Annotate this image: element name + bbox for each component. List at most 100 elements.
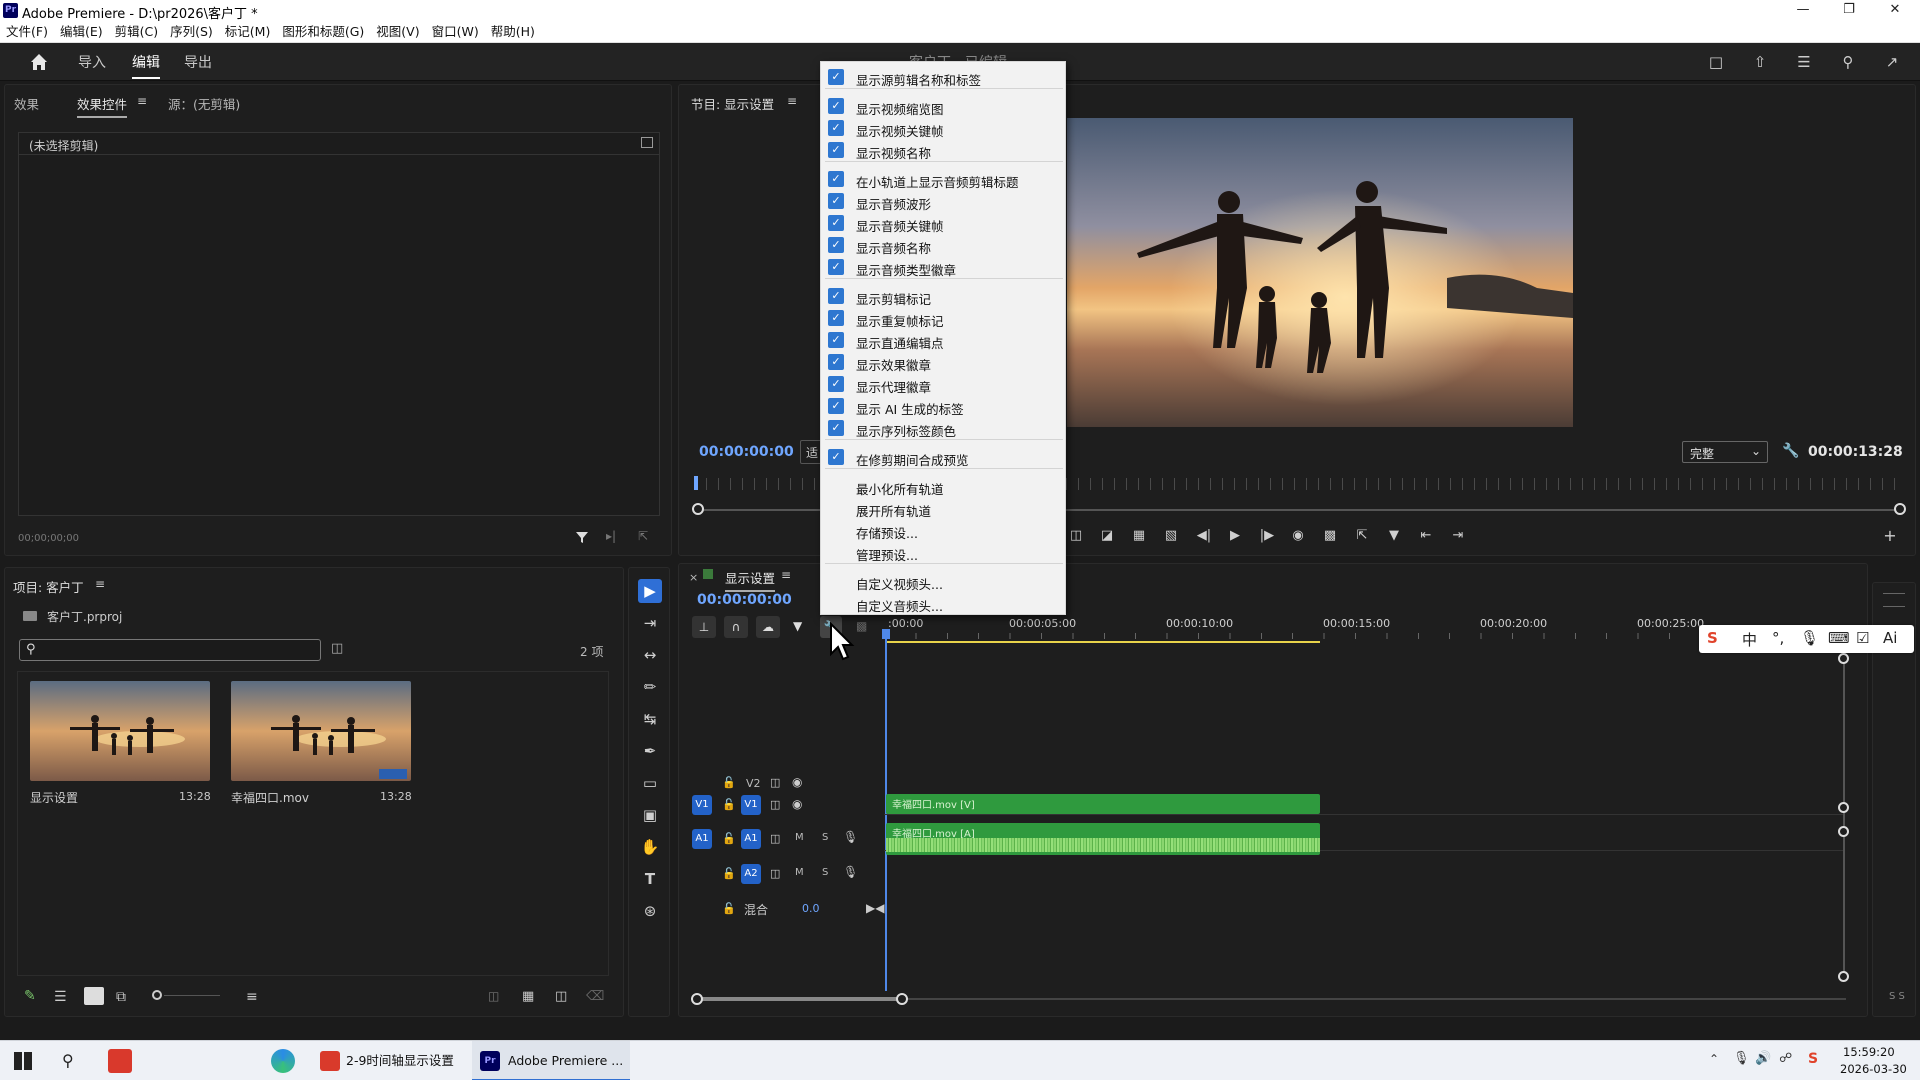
type-tool-icon[interactable]: T [638, 867, 662, 891]
menu-item[interactable]: 自定义视频头... [821, 570, 1067, 592]
selection-tool-icon[interactable]: ▶ [638, 579, 662, 603]
minimize-button[interactable]: — [1780, 0, 1826, 22]
insert-sequence-nest-icon[interactable]: ⊥ [692, 616, 716, 638]
scroll-handle[interactable] [691, 993, 703, 1005]
menu-item[interactable]: ✓ 显示音频名称 [821, 234, 1067, 256]
workspaces-menu-icon[interactable]: ☰ [1794, 52, 1814, 72]
source-patch-v1[interactable]: V1 [692, 795, 712, 815]
lift-icon[interactable]: ◫ [1066, 526, 1086, 546]
tab-source[interactable]: 源：(无剪辑) [168, 94, 240, 113]
menu-file[interactable]: 文件(F) [0, 22, 54, 42]
sequence-tab[interactable]: 显示设置 [725, 568, 776, 592]
menu-item[interactable]: 自定义音频头... [821, 592, 1067, 614]
new-bin-icon[interactable]: ◫ [331, 641, 343, 656]
source-patch-a1[interactable]: A1 [692, 829, 712, 849]
menu-item[interactable]: ✓ 显示视频关键帧 [821, 117, 1067, 139]
rectangle-tool-icon[interactable]: ▭ [638, 771, 662, 795]
automate-icon[interactable]: ◫ [488, 989, 499, 1003]
panel-menu-icon[interactable]: ≡ [137, 94, 147, 108]
menu-item[interactable]: ✓ 显示重复帧标记 [821, 307, 1067, 329]
microphone-icon[interactable]: 🎙 [1733, 1051, 1750, 1066]
extract-icon[interactable]: ◪ [1097, 526, 1117, 546]
ime-tray-icon[interactable]: S [1808, 1051, 1818, 1067]
lock-icon[interactable]: 🔓 [722, 902, 736, 915]
menu-graphics[interactable]: 图形和标题(G) [276, 22, 370, 42]
export-frame-icon[interactable]: ⇱ [1352, 526, 1372, 546]
captions-icon[interactable]: ▩ [856, 619, 867, 633]
microphone-icon[interactable]: 🎙 [1800, 629, 1819, 647]
menu-item[interactable]: 存储预设... [821, 519, 1067, 541]
add-button-icon[interactable]: + [1880, 526, 1900, 546]
zoom-slider-handle[interactable] [152, 990, 162, 1000]
audio-clip[interactable]: 幸福四口.mov [A] [886, 823, 1320, 855]
menu-item[interactable]: 管理预设... [821, 541, 1067, 563]
generative-extend-tool-icon[interactable]: ▣ [638, 803, 662, 827]
menu-item[interactable]: 展开所有轨道 [821, 497, 1067, 519]
toggle-timeline-icon[interactable] [641, 137, 653, 148]
edge-browser-icon[interactable] [271, 1049, 295, 1073]
pencil-icon[interactable]: ✎ [24, 988, 36, 1004]
menu-item[interactable]: ✓ 显示音频关键帧 [821, 212, 1067, 234]
close-sequence-icon[interactable]: × [689, 571, 698, 584]
add-marker-icon[interactable]: ▼ [1384, 526, 1404, 546]
menu-clip[interactable]: 剪辑(C) [109, 22, 164, 42]
new-item-icon[interactable]: ◫ [555, 989, 567, 1004]
insert-icon[interactable]: ▦ [1129, 526, 1149, 546]
menu-item[interactable]: ✓ 显示视频缩览图 [821, 95, 1067, 117]
menu-item[interactable]: ✓ 显示 AI 生成的标签 [821, 395, 1067, 417]
punctuation-icon[interactable]: °, [1772, 629, 1784, 647]
scroll-handle[interactable] [896, 993, 908, 1005]
project-item-thumbnail[interactable] [231, 681, 411, 781]
share-icon[interactable]: ⇧ [1750, 52, 1770, 72]
hand-tool-icon[interactable]: ✋ [638, 835, 662, 859]
mix-end-icon[interactable]: ▶◀ [866, 901, 884, 915]
sort-icon[interactable]: ≡ [246, 989, 258, 1005]
program-timecode-playhead[interactable]: 00:00:00:00 [699, 444, 794, 460]
wrench-icon[interactable]: 🔧 [1782, 443, 1799, 459]
menu-item[interactable]: ✓ 显示音频类型徽章 [821, 256, 1067, 278]
scroll-handle[interactable] [1838, 971, 1849, 982]
lock-icon[interactable]: 🔓 [722, 832, 736, 845]
horizontal-scroll-thumb[interactable] [696, 997, 902, 1001]
playback-resolution-dropdown[interactable]: 完整 ⌄ [1682, 441, 1768, 463]
object-select-tool-icon[interactable]: ⊛ [638, 899, 662, 923]
track-select-tool-icon[interactable]: ⇥ [638, 611, 662, 635]
mix-volume-value[interactable]: 0.0 [802, 902, 820, 915]
workspace-panel-icon[interactable]: □ [1706, 52, 1726, 72]
solo-button[interactable]: S [822, 832, 828, 843]
search-icon[interactable]: ⚲ [62, 1051, 74, 1070]
mark-out-icon[interactable]: ⇥ [1448, 526, 1468, 546]
clock-time[interactable]: 15:59:20 [1843, 1045, 1895, 1059]
menu-item[interactable]: ✓ 显示视频名称 [821, 139, 1067, 161]
work-area-bar[interactable] [886, 641, 1320, 643]
maximize-button[interactable]: ❐ [1826, 0, 1872, 22]
trash-icon[interactable]: ⌫ [586, 989, 604, 1004]
program-panel-menu-icon[interactable]: ≡ [787, 94, 797, 108]
eye-icon[interactable]: ◉ [792, 797, 802, 811]
microphone-icon[interactable]: 🎙 [843, 830, 858, 844]
filter-icon[interactable] [575, 530, 589, 544]
sync-lock-icon[interactable]: ◫ [770, 776, 780, 789]
chevron-up-icon[interactable]: ⌃ [1709, 1052, 1719, 1066]
menu-item[interactable]: 最小化所有轨道 [821, 475, 1067, 497]
clock-date[interactable]: 2026-03-30 [1840, 1062, 1907, 1076]
add-marker-icon[interactable]: ▼ [793, 619, 802, 633]
tab-import[interactable]: 导入 [78, 52, 106, 72]
ime-mode-chinese[interactable]: 中 [1742, 629, 1757, 650]
timeline-vertical-scrollbar[interactable] [1843, 658, 1845, 978]
scroll-handle[interactable] [1838, 826, 1849, 837]
track-target-a1[interactable]: A1 [741, 829, 761, 849]
keyboard-icon[interactable]: ⌨ [1828, 629, 1850, 647]
tab-effects[interactable]: 效果 [14, 94, 39, 113]
network-icon[interactable]: ☍ [1779, 1051, 1792, 1066]
export-icon[interactable]: ⇱ [638, 529, 648, 543]
freeform-view-icon[interactable]: ⧉ [116, 989, 126, 1005]
tab-export[interactable]: 导出 [184, 52, 212, 72]
project-search-input[interactable]: ⚲ [19, 639, 321, 661]
ripple-edit-tool-icon[interactable]: ↔ [638, 643, 662, 667]
search-icon[interactable]: ⚲ [1838, 52, 1858, 72]
step-back-icon[interactable]: ◀| [1194, 526, 1214, 546]
sync-lock-icon[interactable]: ◫ [770, 867, 780, 880]
fit-zoom-dropdown[interactable]: 适 [800, 440, 822, 464]
camera-icon[interactable]: ◉ [1288, 526, 1308, 546]
